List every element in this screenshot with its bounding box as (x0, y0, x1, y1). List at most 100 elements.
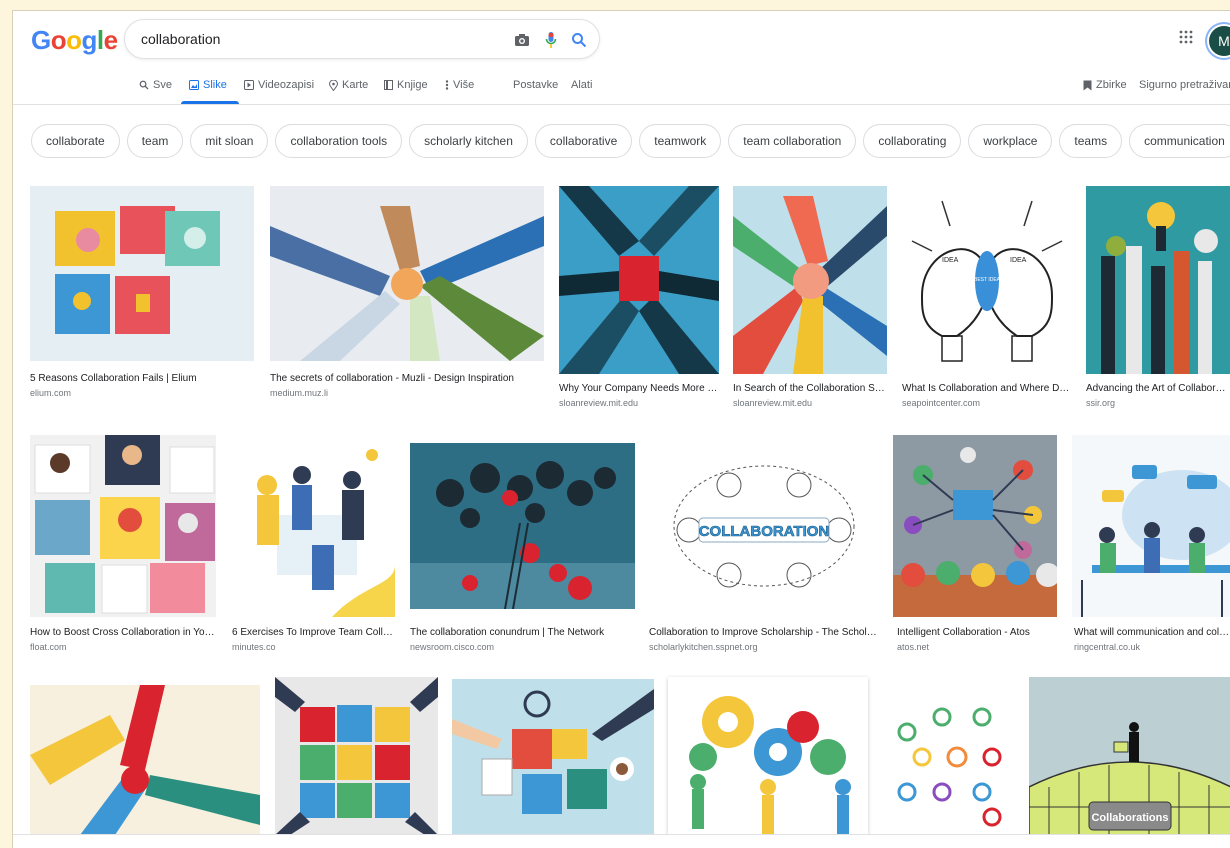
result-title[interactable]: 6 Exercises To Improve Team Collab... (232, 627, 395, 638)
result-image[interactable] (30, 435, 216, 617)
tab-label: Postavke (513, 79, 559, 91)
browser-page: Google collaboration M Sve Slike Videoza… (12, 10, 1230, 848)
video-icon (244, 80, 254, 90)
result-title[interactable]: How to Boost Cross Collaboration in Your… (30, 627, 216, 638)
collaborations-sign: Collaborations (1091, 812, 1168, 824)
chip[interactable]: collaborative (534, 124, 633, 158)
result-title[interactable]: Intelligent Collaboration - Atos (897, 627, 1061, 638)
camera-icon[interactable] (511, 29, 533, 51)
result-source[interactable]: newsroom.cisco.com (410, 642, 635, 652)
account-avatar[interactable]: M (1209, 26, 1230, 56)
result-title[interactable]: The secrets of collaboration - Muzli - D… (270, 373, 544, 384)
result-source[interactable]: atos.net (897, 642, 1061, 652)
chip[interactable]: scholarly kitchen (409, 124, 528, 158)
safe-search-link[interactable]: Sigurno pretraživanje (1139, 79, 1230, 91)
chip[interactable]: team collaboration (728, 124, 857, 158)
result-image[interactable] (410, 443, 635, 609)
result-source[interactable]: sloanreview.mit.edu (559, 398, 719, 408)
logo-letter: e (103, 25, 118, 55)
result-title[interactable]: Advancing the Art of Collaboration (1086, 383, 1230, 394)
result-title[interactable]: In Search of the Collaboration Sw... (733, 383, 887, 394)
result-image[interactable] (1072, 435, 1230, 617)
apps-grid-icon[interactable] (1179, 30, 1193, 49)
result-image[interactable] (30, 685, 260, 835)
result-image[interactable] (452, 679, 654, 835)
logo-letter: o (66, 25, 82, 55)
tab-label: Više (453, 79, 475, 91)
chip[interactable]: workplace (968, 124, 1053, 158)
best-idea-label: BEST IDEA (974, 277, 1001, 283)
result-title[interactable]: Why Your Company Needs More Co... (559, 383, 719, 394)
tab-label: Knjige (397, 79, 428, 91)
safe-search-label: Sigurno pretraživanje (1139, 79, 1230, 91)
logo-letter: G (31, 25, 51, 55)
tab-tools[interactable]: Alati (571, 79, 592, 91)
search-icon[interactable] (568, 29, 590, 51)
tab-label: Videozapisi (258, 79, 315, 91)
more-vert-icon (445, 80, 449, 90)
result-source[interactable]: minutes.co (232, 642, 395, 652)
tab-more[interactable]: Više (445, 79, 474, 91)
result-source[interactable]: ssir.org (1086, 398, 1230, 408)
tab-settings[interactable]: Postavke (513, 79, 558, 91)
result-image[interactable] (893, 435, 1057, 617)
result-image[interactable] (733, 186, 887, 374)
search-tabs: Sve Slike Videozapisi Karte Knjige Više … (13, 71, 1230, 101)
result-image[interactable]: COLLABORATION (649, 435, 879, 617)
chip[interactable]: teamwork (639, 124, 722, 158)
map-pin-icon (329, 79, 338, 91)
result-image[interactable] (668, 677, 868, 835)
chip[interactable]: team (126, 124, 184, 158)
tab-label: Sve (153, 79, 172, 91)
tab-images[interactable]: Slike (189, 79, 227, 91)
chip[interactable]: communication (1129, 124, 1230, 158)
chip[interactable]: collaborate (31, 124, 120, 158)
result-source[interactable]: sloanreview.mit.edu (733, 398, 887, 408)
result-image[interactable] (882, 677, 1015, 835)
result-source[interactable]: ringcentral.co.uk (1074, 642, 1230, 652)
result-source[interactable]: elium.com (30, 388, 254, 398)
book-icon (384, 80, 393, 90)
idea-label-left: IDEA (942, 257, 959, 264)
microphone-icon[interactable] (540, 29, 562, 51)
collections-link[interactable]: Zbirke (1083, 79, 1127, 91)
tab-all[interactable]: Sve (139, 79, 172, 91)
bottom-bar (13, 834, 1230, 848)
result-title[interactable]: What will communication and collaboratio… (1074, 627, 1230, 638)
result-image[interactable] (559, 186, 719, 374)
result-source[interactable]: float.com (30, 642, 216, 652)
result-title[interactable]: What Is Collaboration and Where Doe... (902, 383, 1072, 394)
chip[interactable]: teams (1059, 124, 1123, 158)
result-source[interactable]: medium.muz.li (270, 388, 544, 398)
related-searches-bar: collaborate team mit sloan collaboration to… (31, 124, 1230, 158)
tab-label: Alati (571, 79, 593, 91)
result-image[interactable] (1086, 186, 1230, 374)
collections-label: Zbirke (1096, 79, 1127, 91)
chip[interactable]: collaboration tools (275, 124, 403, 158)
search-box[interactable]: collaboration (124, 19, 600, 59)
search-input[interactable]: collaboration (141, 31, 220, 47)
result-source[interactable]: seapointcenter.com (902, 398, 1072, 408)
collaboration-banner: COLLABORATION (699, 523, 830, 540)
chip[interactable]: mit sloan (190, 124, 269, 158)
chip[interactable]: collaborating (863, 124, 962, 158)
header-divider (13, 104, 1230, 105)
result-image[interactable]: IDEA IDEA BEST IDEA (902, 186, 1072, 374)
result-image[interactable]: Collaborations (1029, 677, 1230, 835)
result-source[interactable]: scholarlykitchen.sspnet.org (649, 642, 879, 652)
result-title[interactable]: 5 Reasons Collaboration Fails | Elium (30, 373, 254, 384)
google-logo[interactable]: Google (31, 25, 118, 56)
bookmark-icon (1083, 80, 1092, 90)
result-title[interactable]: Collaboration to Improve Scholarship - T… (649, 627, 879, 638)
tab-label: Slike (203, 79, 227, 91)
tab-videos[interactable]: Videozapisi (244, 79, 314, 91)
idea-label-right: IDEA (1010, 257, 1027, 264)
result-image[interactable] (232, 435, 395, 617)
result-image[interactable] (275, 677, 438, 835)
result-image[interactable] (270, 186, 544, 361)
tab-maps[interactable]: Karte (329, 79, 368, 91)
logo-letter: g (81, 25, 98, 55)
result-title[interactable]: The collaboration conundrum | The Networ… (410, 627, 635, 638)
tab-books[interactable]: Knjige (384, 79, 428, 91)
result-image[interactable] (30, 186, 254, 361)
